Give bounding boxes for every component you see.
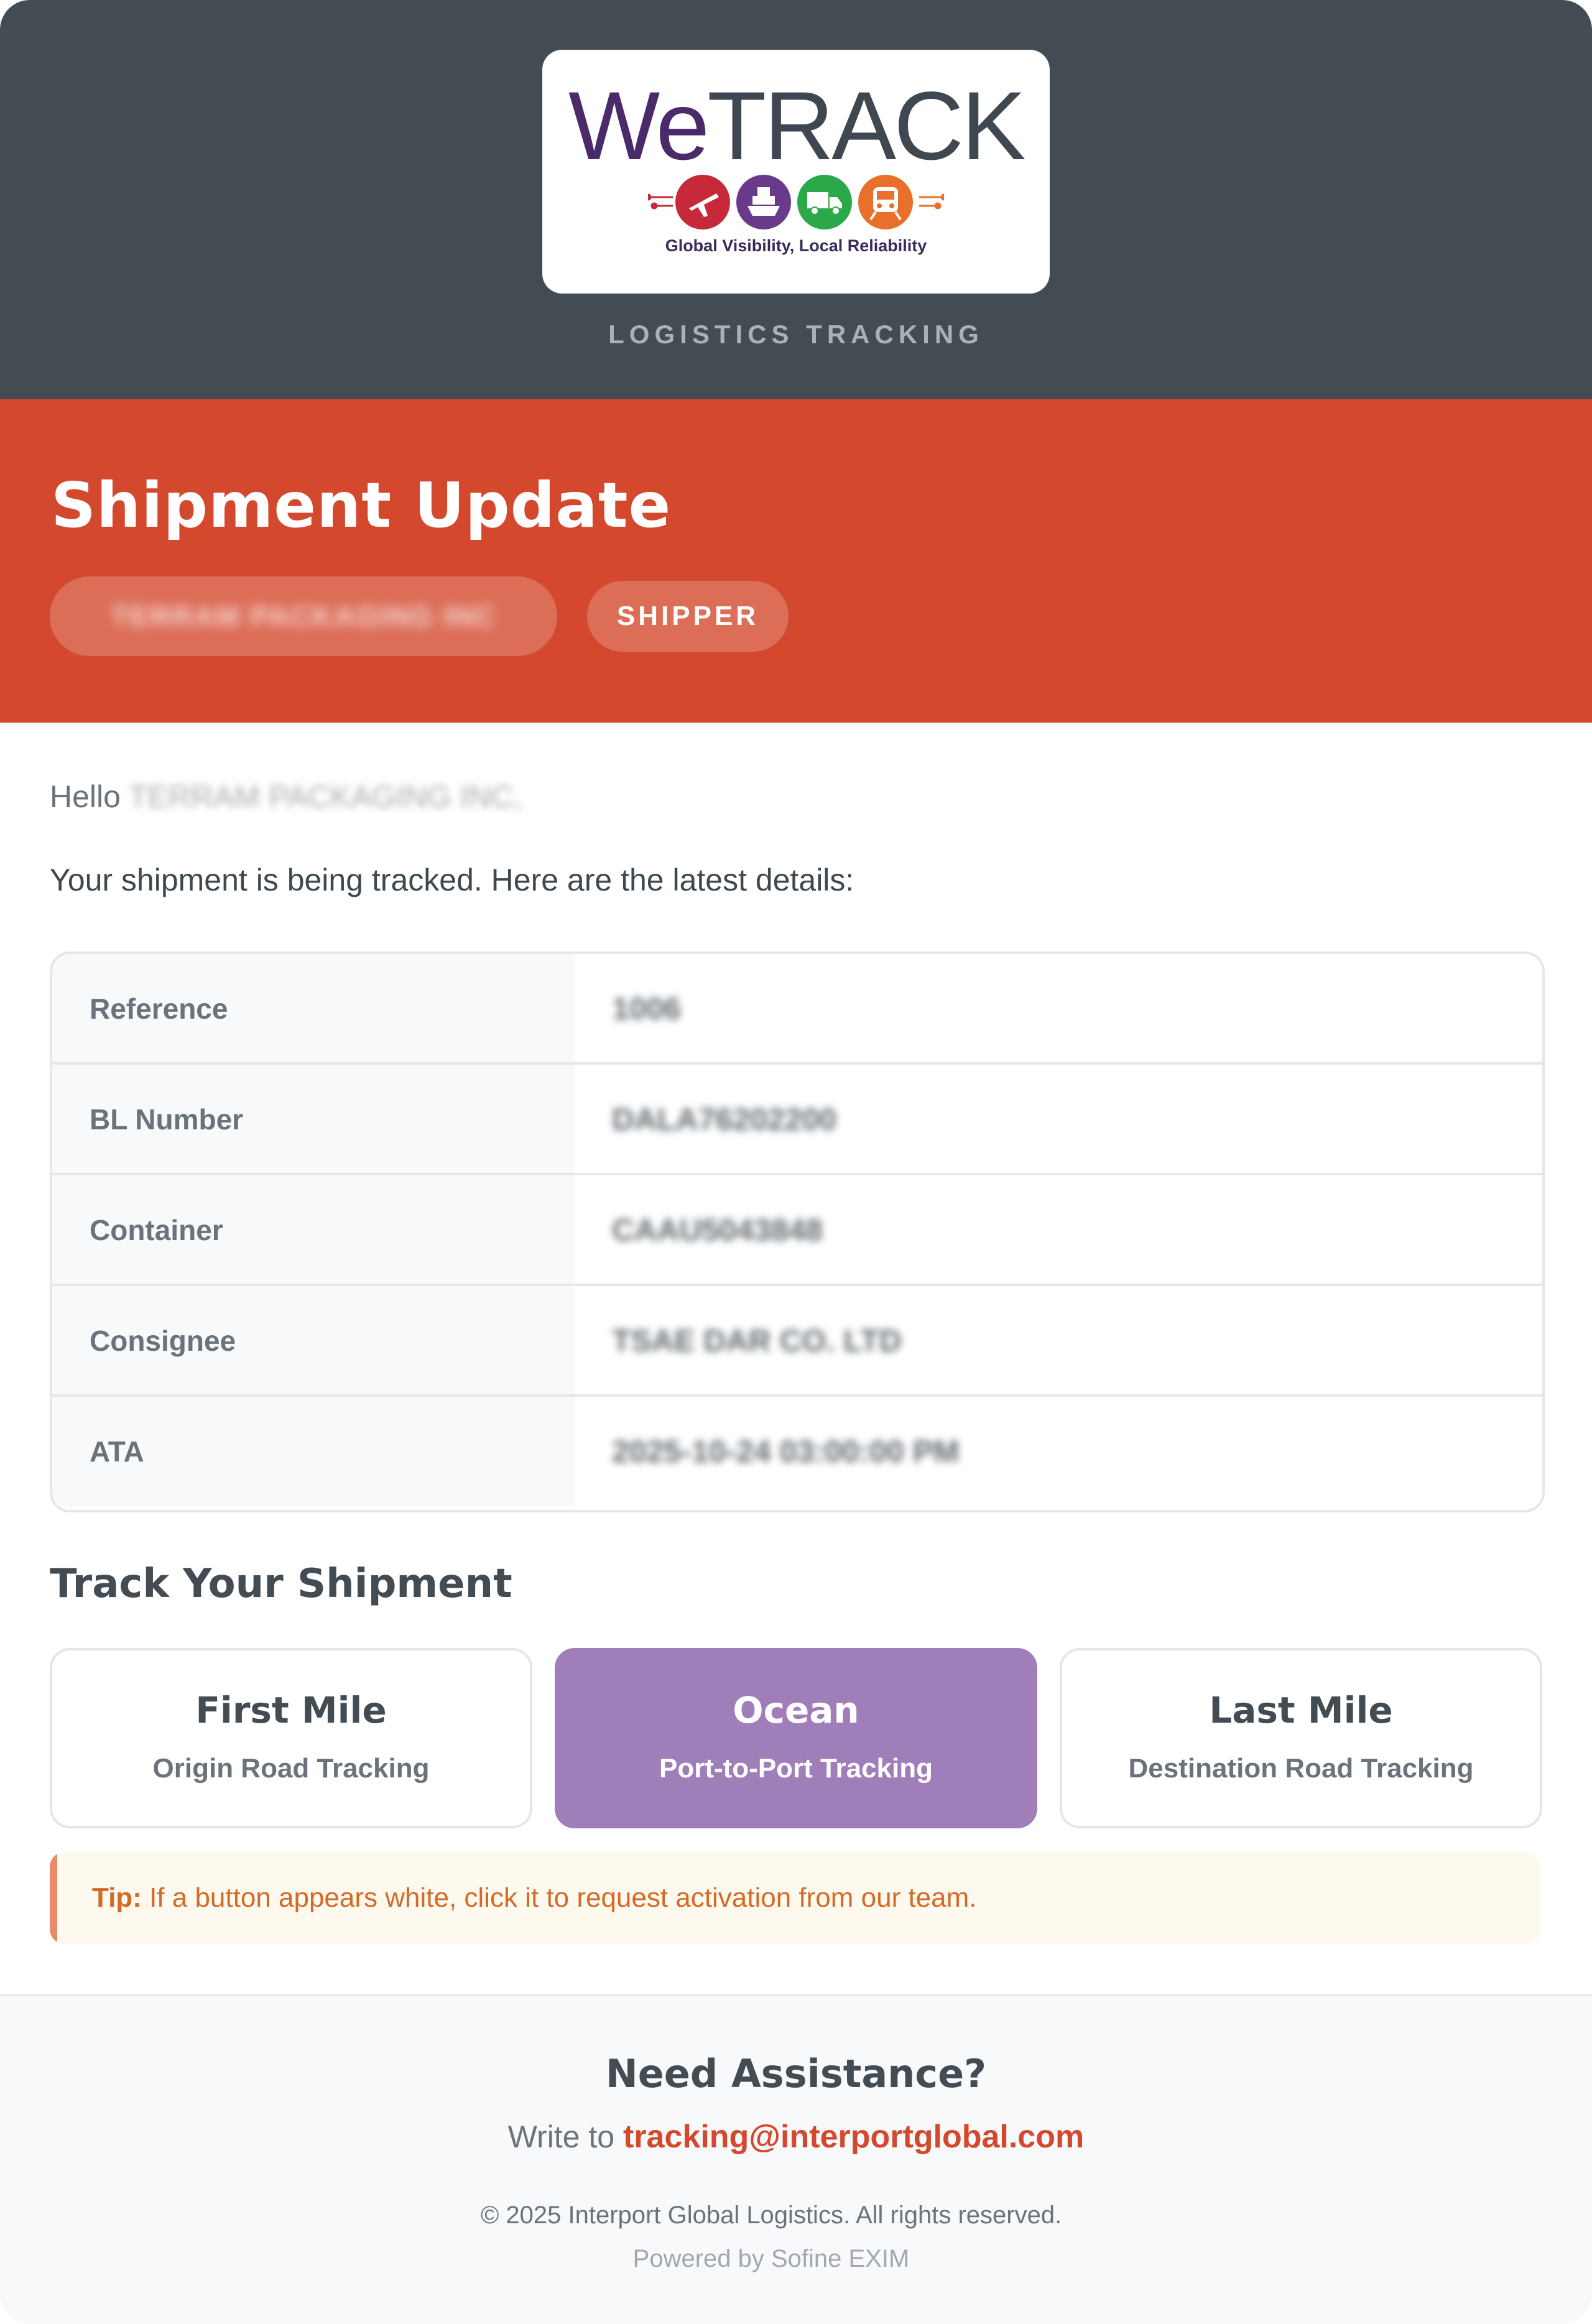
email-card: WeTRACK Global Visibility, Local Reliabi…: [0, 0, 1592, 2324]
shipment-details-table: Reference 1006 BL Number DALA76202200 Co…: [50, 951, 1545, 1512]
copyright: © 2025 Interport Global Logistics. All r…: [480, 2201, 1062, 2229]
header-label: LOGISTICS TRACKING: [608, 320, 984, 349]
logo-tagline: Global Visibility, Local Reliability: [665, 236, 927, 255]
ocean-button[interactable]: Ocean Port-to-Port Tracking: [555, 1648, 1037, 1828]
transport-icons: [648, 175, 944, 229]
detail-row-ata: ATA 2025-10-24 03:00:00 PM: [52, 1397, 1542, 1506]
plane-icon: [675, 175, 730, 229]
detail-row-consignee: Consignee TSAE DAR CO. LTD: [52, 1286, 1542, 1397]
tip-box: Tip: If a button appears white, click it…: [50, 1852, 1540, 1944]
wetrack-logo: WeTRACK Global Visibility, Local Reliabi…: [542, 50, 1050, 294]
truck-icon: [797, 175, 852, 229]
detail-row-container: Container CAAU5043848: [52, 1175, 1542, 1286]
recipient-name: TERRAM PACKAGING INC,: [128, 779, 522, 814]
logo-wordmark: WeTRACK: [568, 72, 1026, 180]
support-email-link[interactable]: tracking@interportglobal.com: [623, 2119, 1084, 2155]
tip-label: Tip:: [92, 1882, 142, 1913]
last-mile-button[interactable]: Last Mile Destination Road Tracking: [1060, 1648, 1542, 1828]
detail-row-reference: Reference 1006: [52, 954, 1542, 1065]
role-badge: SHIPPER: [587, 581, 789, 652]
train-icon: [858, 175, 913, 229]
first-mile-button[interactable]: First Mile Origin Road Tracking: [50, 1648, 532, 1828]
greeting: Hello TERRAM PACKAGING INC,: [50, 779, 522, 814]
footer: Need Assistance? Write to tracking@inter…: [0, 1994, 1592, 2324]
shipment-banner: Shipment Update TERRAM PACKAGING INC SHI…: [0, 399, 1592, 723]
top-header: WeTRACK Global Visibility, Local Reliabi…: [0, 0, 1592, 399]
assistance-title: Need Assistance?: [605, 2051, 987, 2096]
powered-by: Powered by Sofine EXIM: [632, 2245, 910, 2272]
detail-row-bl-number: BL Number DALA76202200: [52, 1065, 1542, 1175]
track-section-title: Track Your Shipment: [50, 1561, 512, 1607]
tip-text: If a button appears white, click it to r…: [149, 1882, 977, 1913]
company-badge: TERRAM PACKAGING INC: [50, 576, 557, 656]
ship-icon: [736, 175, 791, 229]
page-title: Shipment Update: [51, 469, 672, 542]
write-to-line: Write to tracking@interportglobal.com: [507, 2119, 1085, 2155]
intro-text: Your shipment is being tracked. Here are…: [50, 863, 854, 897]
